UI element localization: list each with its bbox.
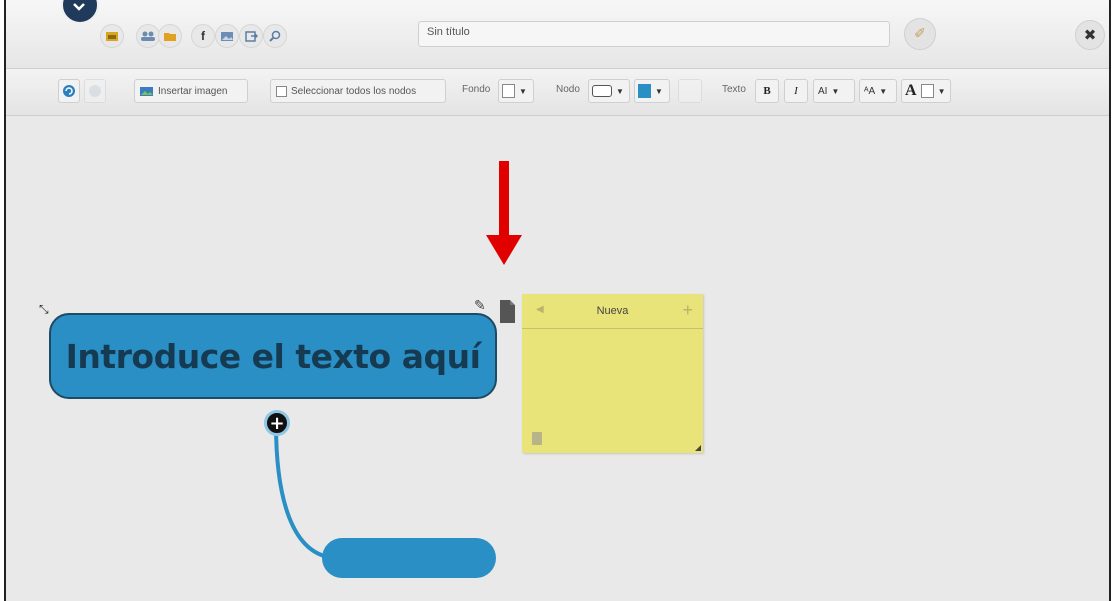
insert-image-label: Insertar imagen bbox=[158, 85, 228, 97]
caret-down-icon: ▼ bbox=[879, 86, 888, 96]
texto-label: Texto bbox=[722, 84, 746, 95]
picture-glyph bbox=[221, 32, 233, 41]
title-input[interactable]: Sin título bbox=[418, 21, 890, 47]
caret-down-icon: ▼ bbox=[616, 86, 624, 96]
resize-icon[interactable]: ⤡ bbox=[39, 302, 49, 317]
bold-button[interactable]: B bbox=[755, 79, 779, 103]
main-node[interactable]: Introduce el texto aquí bbox=[49, 313, 497, 399]
facebook-glyph: f bbox=[201, 29, 205, 43]
italic-button[interactable]: I bbox=[784, 79, 808, 103]
close-button[interactable]: ✖ bbox=[1075, 20, 1105, 50]
font-color-picker[interactable]: A ▼ bbox=[901, 79, 951, 103]
bold-label: B bbox=[763, 85, 771, 97]
top-bar: f Sin título ✐ ✖ bbox=[6, 0, 1109, 69]
picture-icon[interactable] bbox=[215, 24, 239, 48]
add-note-icon[interactable]: + bbox=[682, 300, 693, 321]
background-swatch bbox=[502, 84, 515, 98]
chevron-down-icon bbox=[73, 3, 85, 11]
undo-icon bbox=[63, 85, 75, 97]
plus-icon: + bbox=[269, 412, 285, 434]
main-node-text: Introduce el texto aquí bbox=[65, 336, 481, 376]
people-glyph bbox=[141, 31, 155, 41]
note-icon[interactable] bbox=[500, 300, 515, 323]
chevron-left-icon[interactable]: ◀ bbox=[536, 304, 544, 315]
node-shape-picker[interactable]: ▼ bbox=[588, 79, 630, 103]
close-icon: ✖ bbox=[1083, 26, 1097, 44]
caret-down-icon: ▼ bbox=[655, 86, 663, 96]
facebook-icon[interactable]: f bbox=[191, 24, 215, 48]
sticky-note[interactable]: ◀ Nueva + bbox=[522, 294, 703, 453]
edit-title-button[interactable]: ✐ bbox=[904, 18, 936, 50]
search-glyph bbox=[269, 30, 281, 42]
checkbox-icon bbox=[276, 85, 287, 97]
node-color-picker[interactable]: ▼ bbox=[634, 79, 670, 103]
add-child-button[interactable]: + bbox=[264, 410, 290, 436]
select-all-nodes-button[interactable]: Seleccionar todos los nodos bbox=[270, 79, 446, 103]
caret-down-icon: ▼ bbox=[937, 86, 946, 96]
font-size-label: AI bbox=[818, 85, 828, 97]
trash-icon[interactable] bbox=[532, 432, 542, 445]
mindmap-canvas[interactable]: ⤡ ✎ Introduce el texto aquí + ◀ Nueva + bbox=[6, 116, 1109, 601]
font-color-swatch bbox=[920, 84, 934, 98]
export-icon[interactable] bbox=[239, 24, 263, 48]
pencil-icon: ✐ bbox=[914, 26, 926, 42]
redo-button[interactable] bbox=[84, 79, 106, 103]
font-color-label: A bbox=[905, 82, 917, 99]
redo-icon bbox=[89, 85, 101, 97]
font-case-dropdown[interactable]: ᴬA ▼ bbox=[859, 79, 897, 103]
folder-glyph bbox=[164, 33, 176, 41]
insert-image-button[interactable]: Insertar imagen bbox=[134, 79, 248, 103]
font-size-dropdown[interactable]: AI ▼ bbox=[813, 79, 855, 103]
insert-image-icon bbox=[140, 86, 153, 96]
sticky-note-title: Nueva bbox=[596, 305, 629, 317]
format-toolbar: Insertar imagen Seleccionar todos los no… bbox=[6, 69, 1109, 116]
node-extra-button[interactable] bbox=[678, 79, 702, 103]
image-icon[interactable] bbox=[100, 24, 124, 48]
font-case-label: ᴬA bbox=[864, 85, 876, 97]
pencil-icon[interactable]: ✎ bbox=[474, 298, 486, 314]
export-glyph bbox=[245, 31, 258, 42]
undo-button[interactable] bbox=[58, 79, 80, 103]
menu-dropdown-button[interactable] bbox=[61, 0, 99, 24]
resize-grip-icon[interactable] bbox=[695, 445, 701, 451]
caret-down-icon: ▼ bbox=[519, 86, 527, 96]
node-shape-icon bbox=[592, 85, 612, 97]
search-icon[interactable] bbox=[263, 24, 287, 48]
child-node[interactable] bbox=[322, 538, 496, 578]
sticky-note-header: ◀ Nueva + bbox=[522, 294, 703, 329]
nodo-label: Nodo bbox=[556, 84, 580, 95]
italic-label: I bbox=[794, 85, 798, 97]
people-icon[interactable] bbox=[136, 24, 160, 48]
background-color-picker[interactable]: ▼ bbox=[498, 79, 534, 103]
image-glyph bbox=[106, 32, 118, 41]
caret-down-icon: ▼ bbox=[831, 86, 840, 96]
mindmap-editor: f Sin título ✐ ✖ Insertar imagen Selecci… bbox=[4, 0, 1111, 601]
select-all-label: Seleccionar todos los nodos bbox=[291, 85, 417, 97]
node-color-swatch bbox=[638, 84, 651, 98]
fondo-label: Fondo bbox=[462, 84, 491, 95]
folder-icon[interactable] bbox=[158, 24, 182, 48]
